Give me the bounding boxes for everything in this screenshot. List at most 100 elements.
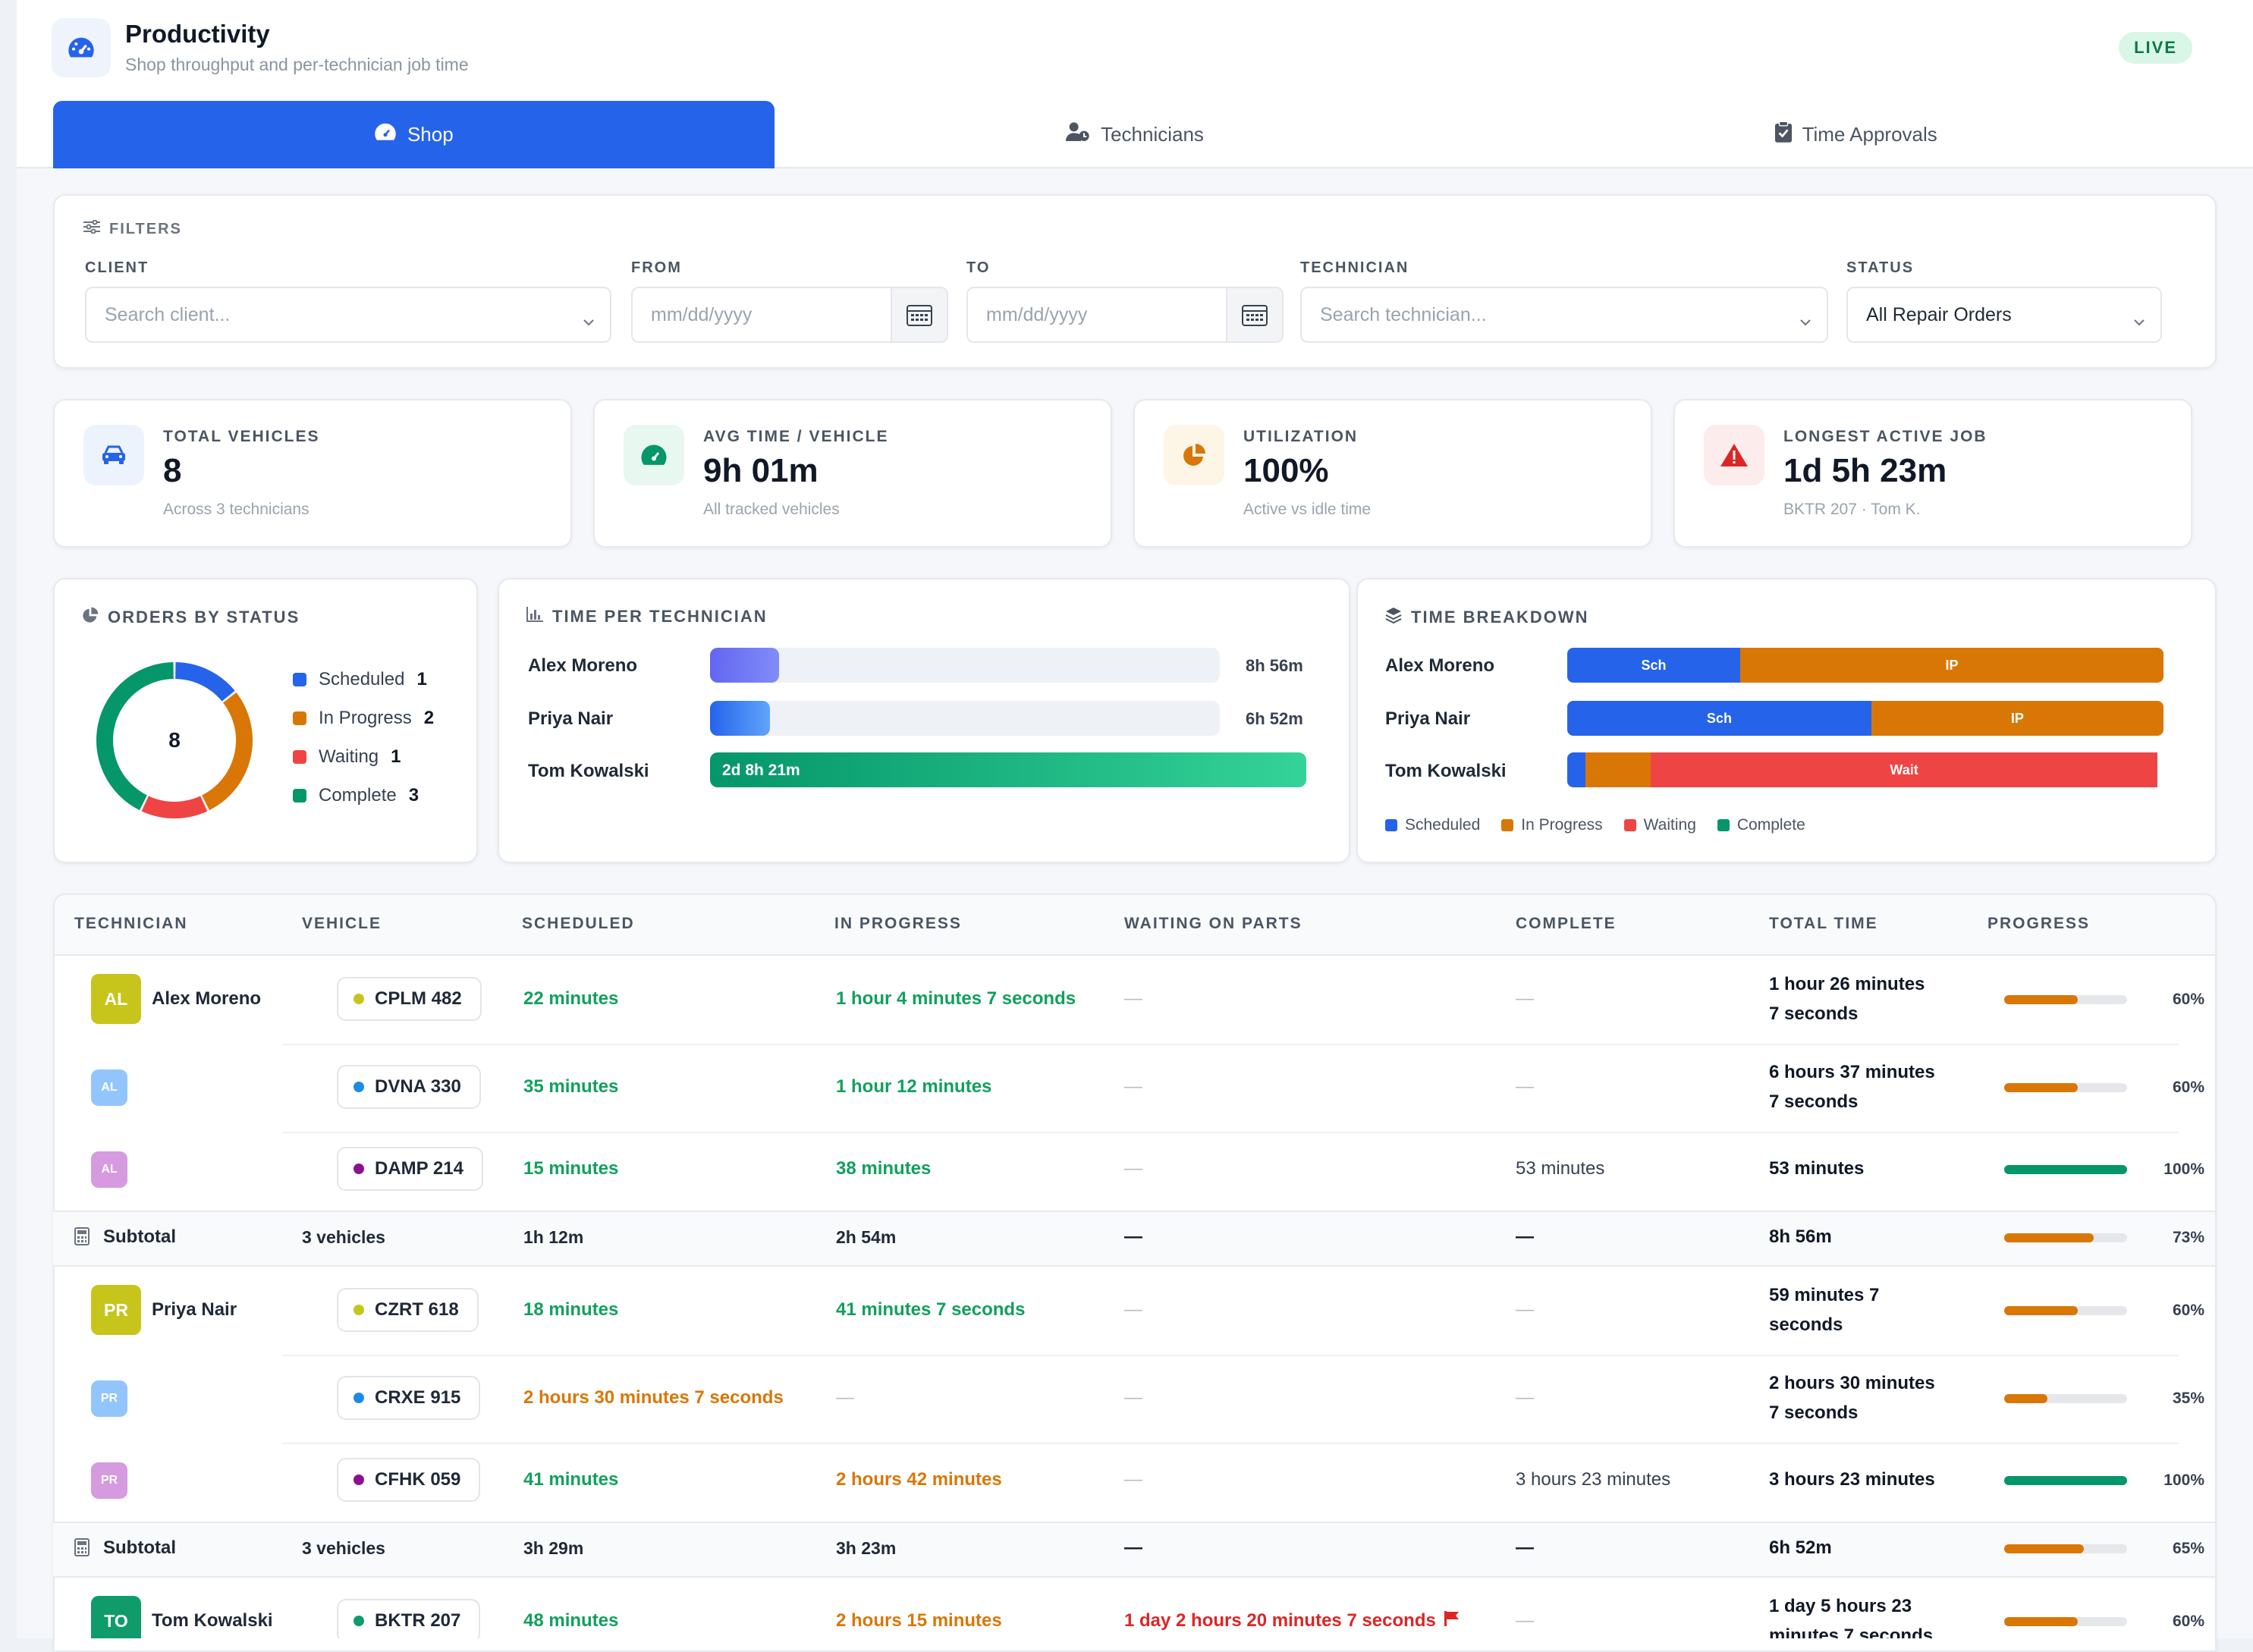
subtotal-waiting: —: [1124, 1226, 1142, 1247]
kpi-utilization: UTILIZATION 100% Active vs idle time: [1133, 399, 1652, 548]
progress-percent: 60%: [2172, 1079, 2204, 1096]
panel-title-text: ORDERS BY STATUS: [108, 608, 300, 627]
progress-percent: 60%: [2172, 1302, 2204, 1319]
chevron-down-icon: [1799, 309, 1812, 331]
to-date-input[interactable]: mm/dd/yyyy: [966, 287, 1284, 343]
vehicle-badge[interactable]: CZRT 618: [337, 1288, 479, 1332]
filters-title: FILTERS: [83, 219, 182, 238]
client-label: CLIENT: [85, 259, 149, 276]
progress-bar: [2004, 1617, 2127, 1626]
progress-bar-fill: [2004, 995, 2079, 1004]
technician-label: TECHNICIAN: [1300, 259, 1409, 276]
vehicle-plate: DAMP 214: [375, 1158, 463, 1179]
tab-technicians[interactable]: Technicians: [775, 101, 1496, 168]
complete-time: —: [1516, 1610, 1534, 1631]
pie-chart-icon: [82, 607, 99, 628]
time-breakdown-bar: Sch IP: [1567, 648, 2163, 683]
total-time: 2 hours 30 minutes 7 seconds: [1769, 1368, 1935, 1427]
legend-count: 3: [408, 785, 419, 806]
legend-waiting: Waiting 1: [293, 746, 401, 768]
total-time-line: minutes 7 seconds: [1769, 1625, 1934, 1638]
kpi-avg-time: AVG TIME / VEHICLE 9h 01m All tracked ve…: [593, 399, 1112, 548]
waiting-time: —: [1124, 1469, 1142, 1490]
progress-bar: [2004, 1394, 2127, 1403]
status-select[interactable]: All Repair Orders: [1846, 287, 2162, 343]
tab-shop[interactable]: Shop: [53, 101, 775, 168]
progress-bar: [2004, 1306, 2127, 1315]
tech-name: Tom Kowalski: [528, 761, 649, 781]
from-date-input[interactable]: mm/dd/yyyy: [631, 287, 948, 343]
col-header-waiting: WAITING ON PARTS: [1124, 915, 1302, 932]
legend-label: Waiting: [1643, 816, 1696, 834]
time-breakdown-legend: Scheduled In Progress Waiting Complete: [1385, 816, 1805, 834]
progress-bar-fill: [2004, 1617, 2079, 1626]
total-time-line: 1 day 5 hours 23: [1769, 1596, 1912, 1616]
user-clock-icon: [1066, 121, 1090, 148]
vehicle-badge[interactable]: CFHK 059: [337, 1458, 481, 1502]
legend-in-progress: In Progress: [1501, 816, 1603, 834]
complete-time: 3 hours 23 minutes: [1516, 1469, 1671, 1490]
bar-chart-icon: [526, 607, 543, 627]
tech-name: Tom Kowalski: [1385, 761, 1507, 781]
page-title: Productivity: [125, 20, 270, 48]
col-header-in-progress: IN PROGRESS: [834, 915, 962, 932]
avatar: AL: [91, 974, 141, 1024]
in-progress-time: 41 minutes 7 seconds: [836, 1299, 1026, 1320]
client-search-input[interactable]: Search client...: [85, 287, 611, 343]
from-placeholder: mm/dd/yyyy: [651, 303, 753, 325]
progress-percent: 65%: [2172, 1540, 2204, 1557]
in-progress-time: 1 hour 12 minutes: [836, 1076, 992, 1097]
breakdown-segment: [1567, 752, 1585, 787]
in-progress-time: 1 hour 4 minutes 7 seconds: [836, 988, 1076, 1009]
time-per-technician-panel: TIME PER TECHNICIAN Alex Moreno 8h 56m P…: [498, 578, 1350, 863]
progress-percent: 60%: [2172, 991, 2204, 1008]
subtotal-label: Subtotal: [103, 1537, 176, 1558]
scheduled-time: 18 minutes: [523, 1299, 619, 1320]
col-header-scheduled: SCHEDULED: [522, 915, 635, 932]
progress-percent: 100%: [2163, 1471, 2204, 1489]
waiting-time-text: 1 day 2 hours 20 minutes 7 seconds: [1124, 1610, 1436, 1631]
subtotal-in-progress: 3h 23m: [836, 1537, 897, 1558]
technician-placeholder: Search technician...: [1320, 303, 1487, 325]
progress-percent: 100%: [2163, 1160, 2204, 1178]
vehicle-badge[interactable]: CPLM 482: [337, 977, 482, 1021]
from-label: FROM: [631, 259, 682, 276]
tab-time-approvals[interactable]: Time Approvals: [1495, 101, 2217, 168]
page-header: Productivity Shop throughput and per-tec…: [17, 0, 2253, 168]
progress-bar: [2004, 1233, 2127, 1242]
status-value: All Repair Orders: [1866, 303, 2012, 325]
vehicle-plate: DVNA 330: [375, 1076, 461, 1097]
total-time-line: seconds: [1769, 1314, 1843, 1335]
panel-title-text: TIME BREAKDOWN: [1411, 608, 1589, 627]
calculator-icon: [74, 1538, 90, 1560]
time-breakdown-bar: Wait: [1567, 752, 2163, 787]
vehicle-badge[interactable]: DAMP 214: [337, 1147, 483, 1191]
kpi-label: UTILIZATION: [1243, 428, 1359, 445]
calendar-icon[interactable]: [1226, 288, 1282, 341]
scheduled-time: 22 minutes: [523, 988, 619, 1009]
calendar-icon[interactable]: [891, 288, 947, 341]
tech-time-bar-fill: [710, 701, 771, 736]
status-label: STATUS: [1846, 259, 1915, 276]
vehicle-badge[interactable]: CRXE 915: [337, 1376, 481, 1420]
tab-label: Technicians: [1101, 123, 1204, 146]
tab-bar: Shop Technicians Time Approvals: [53, 101, 2217, 168]
gauge-icon: [624, 425, 684, 485]
waiting-time: —: [1124, 988, 1142, 1009]
kpi-label: AVG TIME / VEHICLE: [703, 428, 889, 445]
kpi-longest-job: LONGEST ACTIVE JOB 1d 5h 23m BKTR 207 · …: [1673, 399, 2192, 548]
vehicle-badge[interactable]: DVNA 330: [337, 1065, 481, 1109]
legend-complete: Complete 3: [293, 785, 419, 806]
technician-search-input[interactable]: Search technician...: [1300, 287, 1828, 343]
waiting-time: —: [1124, 1158, 1142, 1179]
row-divider: [282, 1443, 2179, 1444]
kpi-label: LONGEST ACTIVE JOB: [1783, 428, 1987, 445]
vehicle-plate: CZRT 618: [375, 1299, 459, 1320]
vehicle-badge[interactable]: BKTR 207: [337, 1599, 481, 1638]
subtotal-vehicles: 3 vehicles: [302, 1226, 385, 1247]
row-divider: [282, 1132, 2179, 1133]
col-header-vehicle: VEHICLE: [302, 915, 382, 932]
donut-total: 8: [168, 728, 181, 752]
legend-label: Scheduled: [319, 669, 405, 689]
legend-in-progress: In Progress 2: [293, 708, 434, 729]
